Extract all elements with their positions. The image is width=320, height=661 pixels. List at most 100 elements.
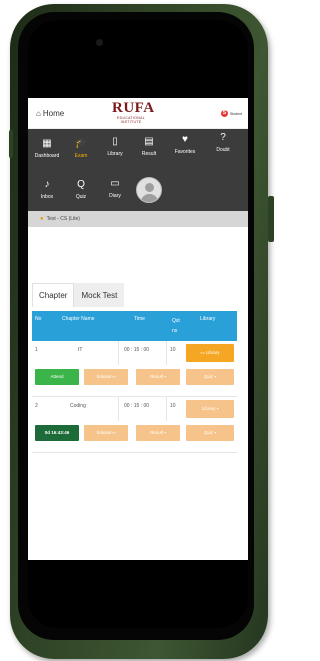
nav-item-exam[interactable]: 🎓 Exam [64, 138, 98, 159]
nav-item-doubt[interactable]: ? Doubt [206, 132, 240, 153]
row-number: 1 [35, 347, 38, 353]
breadcrumb-text: Test - CS (Lite) [46, 216, 80, 222]
header-chapter-name: Chapter Name [62, 316, 95, 322]
book-icon: ▭ [110, 178, 120, 189]
home-link[interactable]: ⌂ Home [36, 109, 64, 118]
result-button[interactable]: Result ▪ [136, 369, 180, 385]
nav-label: Doubt [216, 147, 230, 153]
nav-item-dashboard[interactable]: ▦ Dashboard [30, 138, 64, 159]
quiz-button[interactable]: Quiz ▪ [186, 425, 234, 441]
header-library: Library [200, 316, 216, 322]
solution-button-label: Solution [96, 374, 113, 379]
question-icon: ? [220, 132, 226, 143]
tab-bar: Chapter Mock Test [32, 283, 125, 307]
column-divider [166, 341, 167, 365]
countdown-button[interactable]: 0d 16:43:46 [35, 425, 79, 441]
result-icon: ▤ [144, 136, 154, 147]
avatar-head [145, 183, 154, 192]
header-no: No [35, 316, 42, 322]
solution-button[interactable]: Solution ▪ [84, 425, 128, 441]
graduation-cap-icon: 🎓 [74, 138, 88, 149]
column-divider [118, 341, 119, 365]
solution-button-label: Solution [96, 430, 113, 435]
lock-icon: ▪ [112, 374, 116, 379]
main-nav: ▦ Dashboard 🎓 Exam ▯ Library ▤ Result ♥ [28, 129, 248, 211]
user-menu[interactable]: S Student [220, 110, 242, 117]
chapter-time: 00 : 15 : 00 [124, 403, 150, 409]
content-area: Chapter Mock Test No Chapter Name Time Q… [28, 227, 248, 560]
app-header: ⌂ Home RUFA EDUCATIONAL INSTITUTE S Stud… [28, 98, 248, 129]
breadcrumb-icon: ● [40, 216, 44, 222]
home-icon: ⌂ [36, 109, 41, 118]
phone-notch [90, 20, 186, 42]
profile-avatar[interactable] [136, 177, 162, 203]
nav-item-favorites[interactable]: ♥ Favorites [168, 134, 202, 155]
chapter-name: IT [78, 347, 83, 353]
result-button-label: Result [150, 430, 163, 435]
user-label: Student [229, 111, 242, 116]
bell-icon: ♪ [44, 179, 50, 190]
nav-label: Result [141, 151, 157, 157]
quiz-button[interactable]: Quiz ▪ [186, 369, 234, 385]
tab-mock-test[interactable]: Mock Test [74, 283, 125, 307]
user-avatar-badge: S [220, 110, 228, 117]
quiz-button-label: Quiz [203, 430, 214, 435]
lock-icon: ▪ [213, 430, 217, 435]
quiz-icon: Q [77, 179, 85, 190]
nav-item-diary[interactable]: ▭ Diary [98, 178, 132, 199]
rufa-logo: RUFA EDUCATIONAL INSTITUTE [112, 100, 155, 126]
header-questions: Qst ns [172, 318, 180, 334]
nav-item-result[interactable]: ▤ Result [132, 136, 166, 157]
phone-mockup: ⌂ Home RUFA EDUCATIONAL INSTITUTE S Stud… [0, 0, 280, 661]
row-number: 2 [35, 403, 38, 409]
nav-label: Favorites [174, 149, 196, 155]
table-header: No Chapter Name Time Qst ns Library [32, 311, 237, 341]
nav-item-library[interactable]: ▯ Library [98, 136, 132, 157]
phone-volume-button [9, 130, 13, 158]
nav-label: Inbox [40, 194, 54, 200]
column-divider [166, 397, 167, 421]
document-icon: ▯ [112, 136, 118, 147]
chapter-table: No Chapter Name Time Qst ns Library 1 IT… [32, 311, 237, 453]
solution-button[interactable]: Solution ▪ [84, 369, 128, 385]
question-count: 10 [170, 347, 176, 353]
library-button[interactable]: ▭ Library [186, 344, 234, 362]
avatar-body [141, 194, 158, 202]
column-divider [118, 397, 119, 421]
header-time: Time [134, 316, 145, 322]
table-row: 1 IT 00 : 15 : 00 10 ▭ Library Attend So… [32, 341, 237, 397]
library-button-label: Library [201, 406, 216, 411]
result-button-label: Result [150, 374, 163, 379]
logo-subtext: EDUCATIONAL INSTITUTE [117, 116, 145, 124]
lock-icon: ▪ [213, 374, 217, 379]
library-button[interactable]: Library ▪ [186, 400, 234, 418]
breadcrumb: ● Test - CS (Lite) [28, 211, 248, 227]
nav-label: Quiz [75, 194, 87, 200]
nav-label: Exam [74, 153, 88, 159]
lock-icon: ▪ [215, 406, 219, 411]
chapter-name: Coding [70, 403, 86, 409]
camera-icon [96, 39, 103, 46]
question-count: 10 [170, 403, 176, 409]
nav-label: Diary [109, 193, 121, 199]
nav-item-inbox[interactable]: ♪ Inbox [30, 179, 64, 200]
nav-item-quiz[interactable]: Q Quiz [64, 179, 98, 200]
phone-side-button [268, 196, 274, 242]
nav-label: Dashboard [34, 153, 60, 159]
app-view: ⌂ Home RUFA EDUCATIONAL INSTITUTE S Stud… [28, 98, 248, 560]
lock-icon: ▪ [162, 374, 166, 379]
heart-icon: ♥ [182, 134, 188, 145]
quiz-button-label: Quiz [203, 374, 214, 379]
lock-icon: ▪ [162, 430, 166, 435]
tab-chapter[interactable]: Chapter [32, 283, 75, 307]
home-label: Home [42, 109, 65, 118]
grid-icon: ▦ [42, 138, 52, 149]
lock-icon: ▪ [112, 430, 116, 435]
attend-button[interactable]: Attend [35, 369, 79, 385]
chapter-time: 00 : 15 : 00 [124, 347, 150, 353]
table-row: 2 Coding 00 : 15 : 00 10 Library ▪ 0d 16… [32, 397, 237, 453]
result-button[interactable]: Result ▪ [136, 425, 180, 441]
logo-text: RUFA [112, 100, 155, 116]
nav-label: Library [107, 151, 123, 157]
library-button-label: Library [205, 350, 220, 355]
